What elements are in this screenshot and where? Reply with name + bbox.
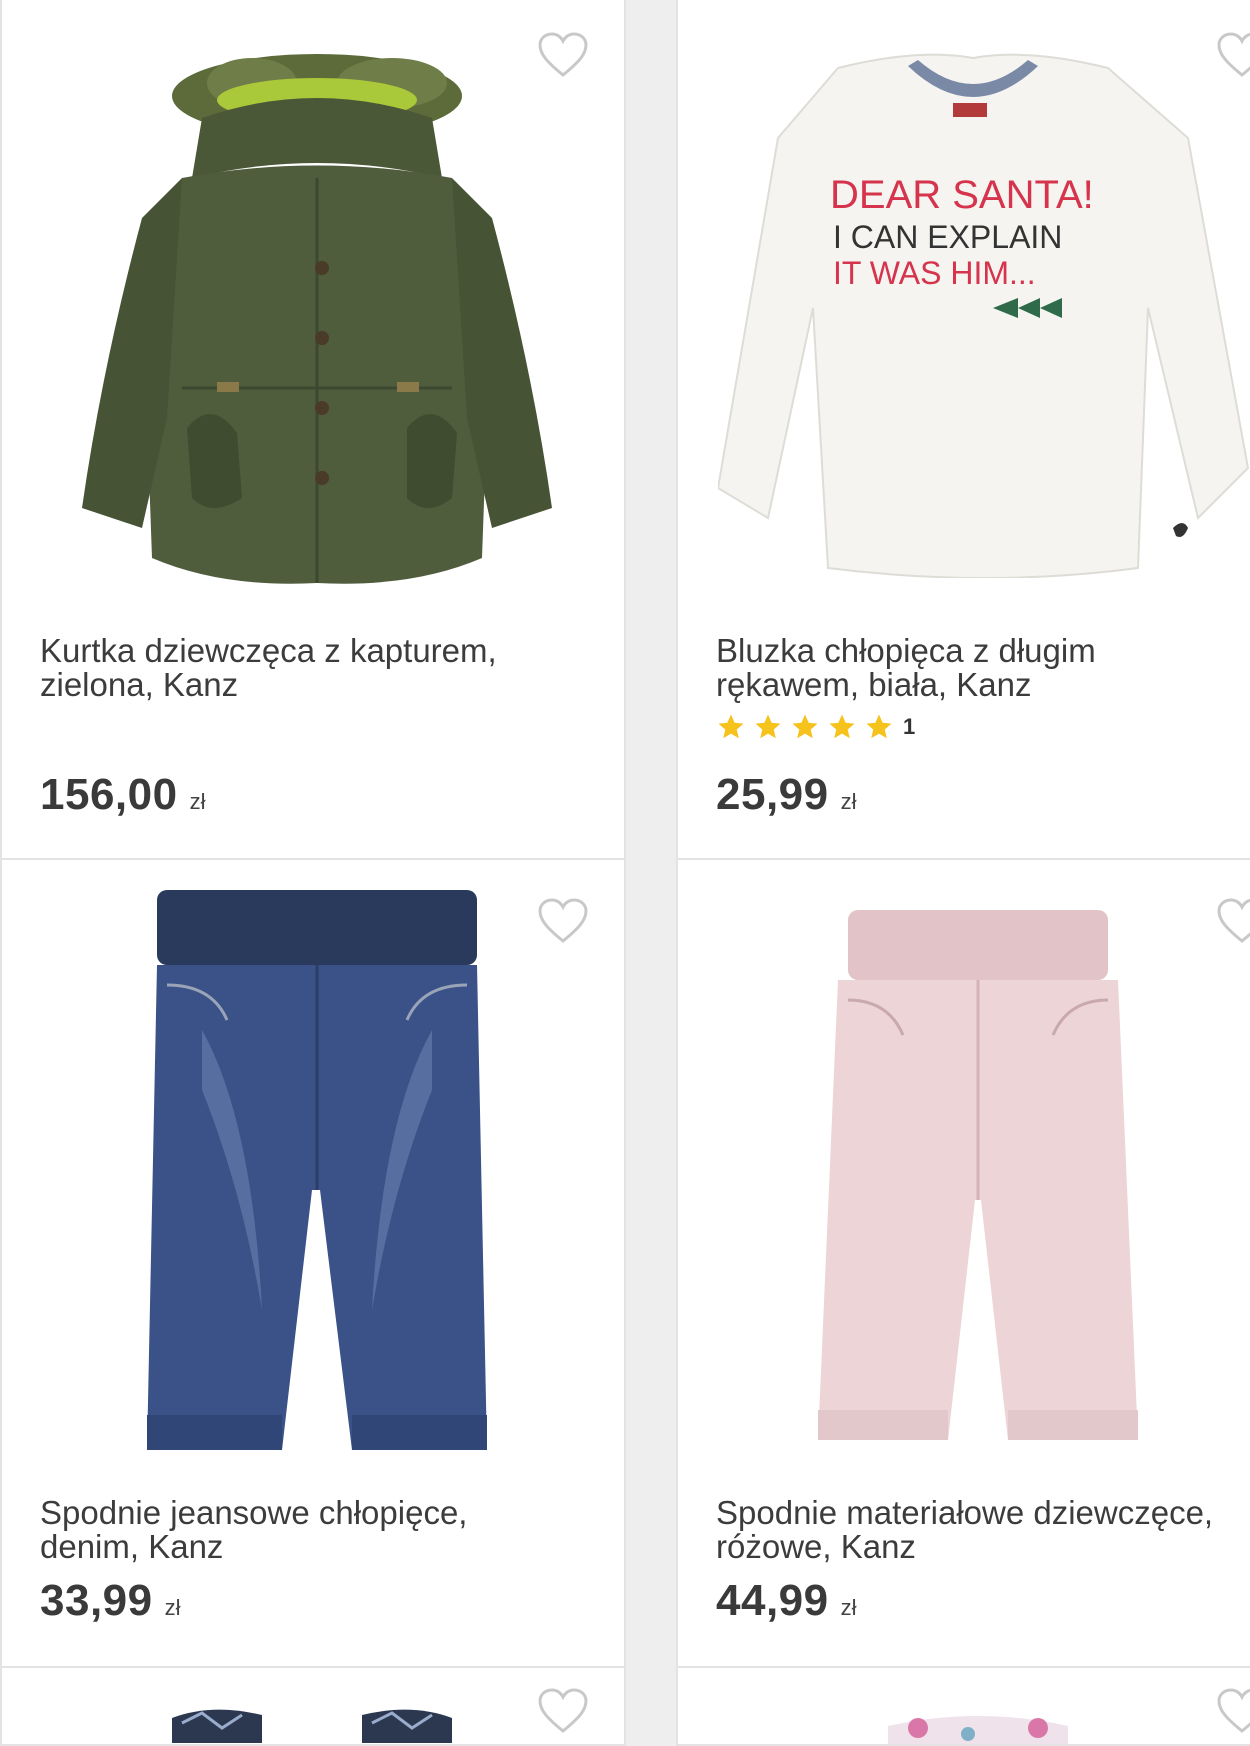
product-price: 33,99 zł: [40, 1576, 181, 1626]
product-card[interactable]: [676, 1666, 1250, 1746]
product-image-shirt[interactable]: DEAR SANTA! I CAN EXPLAIN IT WAS HIM...: [716, 48, 1250, 579]
price-value: 44,99: [716, 1576, 829, 1625]
product-title[interactable]: Spodnie materiałowe dziewczęce, różowe, …: [716, 1496, 1250, 1564]
star-icon: [718, 714, 744, 739]
star-icon: [866, 714, 892, 739]
shirt-print-line3: IT WAS HIM...: [833, 255, 1036, 291]
shirt-print-line1: DEAR SANTA!: [830, 173, 1094, 217]
heart-outline-icon[interactable]: [1216, 1688, 1250, 1734]
product-image-partial[interactable]: [878, 1706, 1078, 1744]
product-title[interactable]: Kurtka dziewczęca z kapturem, zielona, K…: [40, 634, 604, 702]
star-icon: [792, 714, 818, 739]
product-card[interactable]: DEAR SANTA! I CAN EXPLAIN IT WAS HIM... …: [676, 0, 1250, 860]
product-title[interactable]: Bluzka chłopięca z długim rękawem, biała…: [716, 634, 1250, 702]
product-card[interactable]: Spodnie jeansowe chłopięce, denim, Kanz …: [0, 858, 626, 1674]
price-currency: zł: [840, 789, 857, 814]
heart-outline-icon[interactable]: [537, 898, 589, 944]
product-price: 156,00 zł: [40, 770, 205, 820]
product-title[interactable]: Spodnie jeansowe chłopięce, denim, Kanz: [40, 1496, 604, 1564]
star-icon: [829, 714, 855, 739]
product-image-jeans[interactable]: [142, 890, 492, 1460]
product-rating: 1: [716, 712, 915, 742]
price-currency: zł: [840, 1595, 857, 1620]
price-value: 33,99: [40, 1576, 153, 1625]
product-price: 44,99 zł: [716, 1576, 857, 1626]
heart-outline-icon[interactable]: [537, 1688, 589, 1734]
price-value: 25,99: [716, 770, 829, 819]
shirt-print-line2: I CAN EXPLAIN: [833, 219, 1062, 255]
product-price: 25,99 zł: [716, 770, 857, 820]
product-image-pink-pants[interactable]: [808, 910, 1148, 1450]
product-image-jacket[interactable]: [72, 38, 562, 598]
heart-outline-icon[interactable]: [1216, 898, 1250, 944]
product-card[interactable]: Kurtka dziewczęca z kapturem, zielona, K…: [0, 0, 626, 860]
product-card[interactable]: [0, 1666, 626, 1746]
price-currency: zł: [164, 1595, 181, 1620]
product-card[interactable]: Spodnie materiałowe dziewczęce, różowe, …: [676, 858, 1250, 1674]
rating-count: 1: [903, 714, 916, 739]
price-currency: zł: [189, 789, 206, 814]
star-icon: [755, 714, 781, 739]
product-image-partial[interactable]: [162, 1703, 462, 1743]
price-value: 156,00: [40, 770, 178, 819]
